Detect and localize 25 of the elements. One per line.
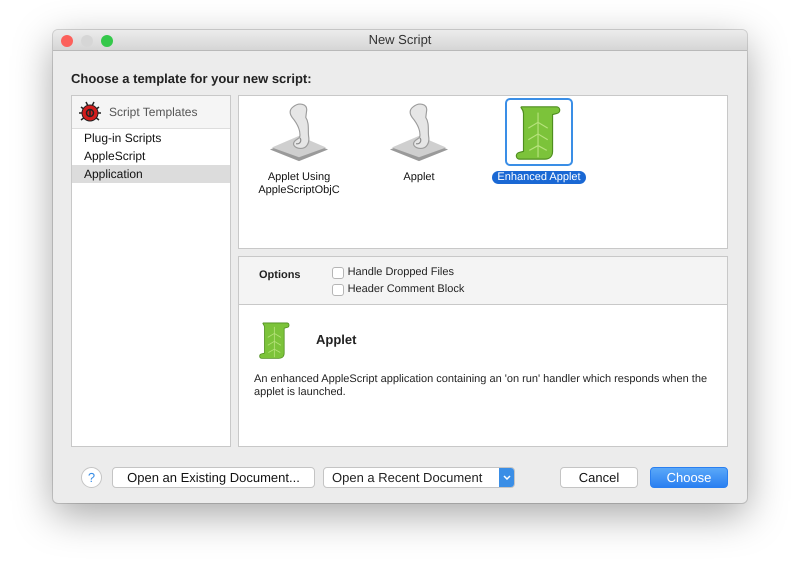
scroll-icon <box>268 101 330 163</box>
list-header: Script Templates <box>109 104 198 121</box>
template-label[interactable]: Applet <box>398 171 440 184</box>
checkbox-label[interactable]: Header Comment Block <box>348 281 464 298</box>
checkbox[interactable] <box>332 266 344 278</box>
cancel-button[interactable]: Cancel <box>560 467 638 488</box>
options-label: Options <box>259 268 301 283</box>
window-title: New Script <box>368 31 432 49</box>
template-label[interactable]: Enhanced Applet <box>492 171 586 184</box>
scroll-icon <box>388 101 450 163</box>
category-item[interactable]: Application <box>72 165 230 183</box>
dialog-heading: Choose a template for your new script: <box>71 70 313 88</box>
checkbox[interactable] <box>332 284 344 296</box>
checkbox-label[interactable]: Handle Dropped Files <box>348 264 454 281</box>
template-title: Applet <box>316 331 356 350</box>
template-label[interactable]: Applet Using AppleScriptObjC <box>244 171 354 197</box>
zoom-button[interactable] <box>101 35 113 47</box>
template-tile[interactable] <box>505 98 573 166</box>
category-item[interactable]: Plug-in Scripts <box>72 129 230 147</box>
close-button[interactable] <box>61 35 73 47</box>
template-description: An enhanced AppleScript application containing an 'on run' handler which responds when the applet is launched. <box>254 373 708 399</box>
open-existing-button[interactable]: Open an Existing Document... <box>112 467 315 488</box>
open-recent-dropdown[interactable]: Open a Recent Document <box>323 467 516 488</box>
chevron-down-icon <box>502 475 511 480</box>
category-item[interactable]: AppleScript <box>72 147 230 165</box>
